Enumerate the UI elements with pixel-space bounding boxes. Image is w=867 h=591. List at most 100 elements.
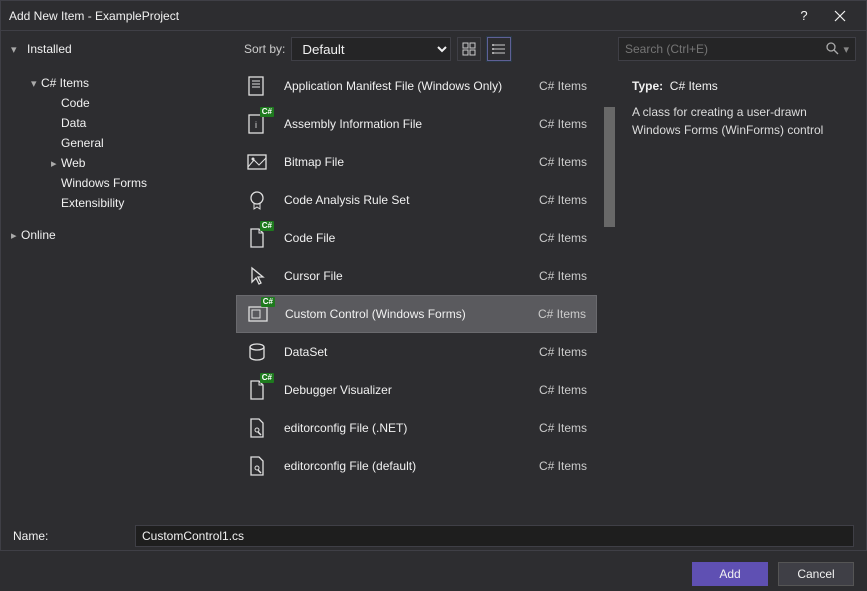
badge-icon — [242, 185, 272, 215]
view-list-button[interactable] — [487, 37, 511, 61]
assembly-icon: i C# — [242, 109, 272, 139]
scrollbar-thumb[interactable] — [604, 107, 615, 227]
tree-item-online[interactable]: ▸Online — [11, 225, 236, 245]
csharp-badge: C# — [261, 297, 275, 307]
file-icon: C# — [242, 375, 272, 405]
tree-item-label: Online — [21, 228, 56, 242]
template-label: Custom Control (Windows Forms) — [285, 307, 538, 321]
chevron-right-icon: ▸ — [11, 229, 21, 242]
search-icon — [825, 41, 839, 58]
name-input[interactable] — [135, 525, 854, 547]
footer: Add Cancel — [1, 557, 866, 591]
template-label: DataSet — [284, 345, 539, 359]
template-label: Code Analysis Rule Set — [284, 193, 539, 207]
category-tree: ▾C# ItemsCodeDataGeneral▸WebWindows Form… — [1, 67, 236, 517]
svg-text:i: i — [255, 120, 257, 130]
title-bar: Add New Item - ExampleProject ? — [1, 1, 866, 31]
template-category: C# Items — [539, 383, 587, 397]
scrollbar[interactable] — [601, 67, 618, 517]
type-label: Type: — [632, 79, 663, 93]
template-label: Assembly Information File — [284, 117, 539, 131]
cancel-button[interactable]: Cancel — [778, 562, 854, 586]
template-category: C# Items — [539, 269, 587, 283]
cursor-icon — [242, 261, 272, 291]
tree-item-label: Windows Forms — [61, 176, 147, 190]
template-row[interactable]: C# Debugger Visualizer C# Items — [236, 371, 597, 409]
template-row[interactable]: Bitmap File C# Items — [236, 143, 597, 181]
name-bar: Name: — [1, 521, 866, 551]
tree-item-label: General — [61, 136, 104, 150]
name-label: Name: — [13, 529, 123, 543]
template-category: C# Items — [539, 193, 587, 207]
template-label: editorconfig File (.NET) — [284, 421, 539, 435]
tree-item[interactable]: General — [11, 133, 236, 153]
search-input[interactable] — [625, 42, 825, 56]
chevron-icon: ▸ — [51, 157, 61, 170]
template-category: C# Items — [539, 421, 587, 435]
details-pane: Type: C# Items A class for creating a us… — [618, 67, 866, 517]
chevron-down-icon: ▾ — [11, 43, 21, 56]
installed-label: Installed — [27, 42, 72, 56]
type-description: A class for creating a user-drawn Window… — [632, 103, 852, 139]
template-label: Code File — [284, 231, 539, 245]
wrench-icon — [242, 413, 272, 443]
search-box[interactable]: ▾ — [618, 37, 856, 61]
template-row[interactable]: editorconfig File (default) C# Items — [236, 447, 597, 485]
template-row[interactable]: Cursor File C# Items — [236, 257, 597, 295]
file-icon: C# — [242, 223, 272, 253]
template-category: C# Items — [539, 155, 587, 169]
wrench-icon — [242, 451, 272, 481]
template-category: C# Items — [538, 307, 586, 321]
template-row[interactable]: C# Custom Control (Windows Forms) C# Ite… — [236, 295, 597, 333]
tree-item-label: Code — [61, 96, 90, 110]
grid-icon — [462, 42, 476, 56]
template-row[interactable]: editorconfig File (.NET) C# Items — [236, 409, 597, 447]
template-category: C# Items — [539, 459, 587, 473]
tree-item-label: Extensibility — [61, 196, 124, 210]
template-label: Bitmap File — [284, 155, 539, 169]
template-category: C# Items — [539, 79, 587, 93]
template-label: Cursor File — [284, 269, 539, 283]
tree-item-label: C# Items — [41, 76, 89, 90]
template-row[interactable]: Application Manifest File (Windows Only)… — [236, 67, 597, 105]
csharp-badge: C# — [260, 221, 274, 231]
close-icon — [834, 10, 846, 22]
template-label: editorconfig File (default) — [284, 459, 539, 473]
dropdown-icon: ▾ — [843, 43, 849, 56]
sort-label: Sort by: — [244, 42, 285, 56]
template-category: C# Items — [539, 345, 587, 359]
tree-item[interactable]: ▾C# Items — [11, 73, 236, 93]
template-category: C# Items — [539, 231, 587, 245]
sort-select[interactable]: Default — [291, 37, 451, 61]
csharp-badge: C# — [260, 107, 274, 117]
add-button[interactable]: Add — [692, 562, 768, 586]
template-row[interactable]: i C# Assembly Information File C# Items — [236, 105, 597, 143]
tree-item[interactable]: Windows Forms — [11, 173, 236, 193]
list-icon — [492, 42, 506, 56]
tree-item[interactable]: Code — [11, 93, 236, 113]
close-button[interactable] — [822, 1, 858, 31]
chevron-icon: ▾ — [31, 77, 41, 90]
view-tiles-button[interactable] — [457, 37, 481, 61]
template-list: Application Manifest File (Windows Only)… — [236, 67, 601, 517]
type-value: C# Items — [670, 79, 718, 93]
control-icon: C# — [243, 299, 273, 329]
template-row[interactable]: C# Code File C# Items — [236, 219, 597, 257]
bitmap-icon — [242, 147, 272, 177]
dataset-icon — [242, 337, 272, 367]
help-icon: ? — [800, 8, 807, 23]
main: ▾C# ItemsCodeDataGeneral▸WebWindows Form… — [1, 67, 866, 517]
help-button[interactable]: ? — [786, 1, 822, 31]
tree-item[interactable]: ▸Web — [11, 153, 236, 173]
tree-item[interactable]: Extensibility — [11, 193, 236, 213]
template-row[interactable]: Code Analysis Rule Set C# Items — [236, 181, 597, 219]
manifest-icon — [242, 71, 272, 101]
tree-item-label: Web — [61, 156, 85, 170]
csharp-badge: C# — [260, 373, 274, 383]
toolbar: ▾ Installed Sort by: Default ▾ — [1, 31, 866, 67]
template-row[interactable]: DataSet C# Items — [236, 333, 597, 371]
tree-item-label: Data — [61, 116, 86, 130]
template-category: C# Items — [539, 117, 587, 131]
installed-header[interactable]: ▾ Installed — [11, 42, 236, 56]
tree-item[interactable]: Data — [11, 113, 236, 133]
